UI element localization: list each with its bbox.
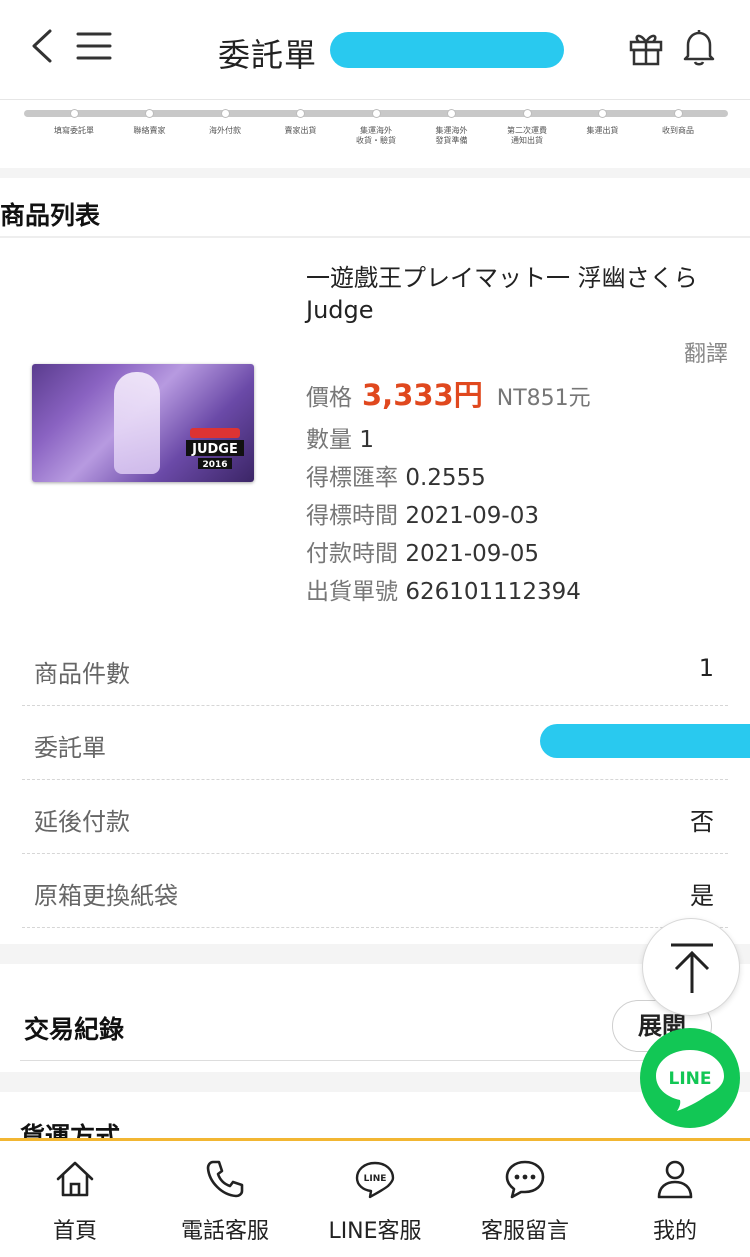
- exchange-rate-row: 得標匯率 0.2555: [306, 458, 486, 492]
- exchange-rate-value: 0.2555: [405, 465, 486, 491]
- bell-icon[interactable]: [682, 28, 716, 66]
- quantity-row: 數量 1: [306, 420, 374, 454]
- price-ntd: NT851元: [496, 386, 591, 411]
- line-logo-icon: LINE: [656, 1050, 724, 1111]
- progress-step-label: 聯絡賣家: [133, 126, 166, 135]
- product-image[interactable]: JUDGE 2016: [32, 364, 254, 482]
- tab-label: 客服留言: [480, 1219, 569, 1244]
- tab-label: 我的: [652, 1219, 697, 1244]
- progress-step-label: 收到商品: [662, 126, 694, 135]
- detail-key: 委託單: [34, 734, 106, 762]
- won-time-value: 2021-09-03: [405, 503, 539, 529]
- detail-row-item-count: 商品件數 1: [22, 632, 728, 706]
- phone-icon: [206, 1160, 244, 1198]
- tab-label: 電話客服: [180, 1219, 269, 1244]
- quantity-value: 1: [359, 427, 374, 453]
- progress-step-label: 海外付款: [209, 126, 241, 135]
- payment-time-row: 付款時間 2021-09-05: [306, 534, 539, 568]
- tab-message[interactable]: 客服留言: [450, 1141, 600, 1257]
- price-label: 價格: [306, 385, 352, 411]
- tab-home[interactable]: 首頁: [0, 1141, 150, 1257]
- shipment-number-value: 626101112394: [405, 579, 581, 605]
- gift-icon[interactable]: [628, 30, 664, 66]
- divider: [20, 1060, 730, 1061]
- back-icon[interactable]: [28, 28, 58, 64]
- detail-row-deferred-payment: 延後付款 否: [22, 780, 728, 854]
- detail-key: 原箱更換紙袋: [34, 882, 178, 910]
- progress-step-dot: [220, 109, 230, 118]
- progress-step-dot: [69, 109, 79, 118]
- progress-step-label: 賣家出貨: [284, 126, 317, 135]
- payment-time-value: 2021-09-05: [405, 541, 539, 567]
- quantity-label: 數量: [306, 427, 352, 453]
- detail-value: 是: [690, 882, 714, 910]
- progress-step-dot: [145, 109, 154, 118]
- progress-step-dot: [598, 109, 607, 118]
- line-chat-button[interactable]: LINE: [640, 1028, 740, 1128]
- tab-line-support[interactable]: LINE LINE客服: [300, 1141, 450, 1257]
- exchange-rate-label: 得標匯率: [306, 465, 398, 491]
- arrow-up-icon: [671, 943, 713, 993]
- svg-text:JUDGE: JUDGE: [191, 442, 238, 457]
- section-divider: [0, 1072, 750, 1092]
- detail-value: 否: [690, 808, 714, 836]
- judge-2016-logo: JUDGE 2016: [186, 428, 244, 470]
- redacted-order-number: [330, 32, 564, 68]
- bottom-tab-bar: 首頁 電話客服 LINE LINE客服 客服留言 我的: [0, 1138, 750, 1257]
- shipment-number-row: 出貨單號 626101112394: [306, 572, 581, 606]
- page-title: 委託單: [218, 36, 318, 74]
- transaction-history-heading: 交易紀錄: [24, 1015, 125, 1044]
- progress-step-dot: [371, 109, 381, 118]
- redacted-order-value: [540, 724, 750, 758]
- progress-step-label: 第二次運費 通知出貨: [507, 126, 547, 145]
- home-icon: [56, 1161, 94, 1197]
- progress-step-label: 集運海外 發貨準備: [435, 126, 468, 145]
- progress-step-label: 填寫委託單: [54, 126, 94, 135]
- detail-key: 商品件數: [34, 660, 130, 688]
- tab-label: 首頁: [52, 1219, 97, 1244]
- menu-icon[interactable]: [76, 30, 112, 62]
- price-row: 價格 3,333円 NT851元: [306, 372, 591, 414]
- product-name[interactable]: 一遊戲王プレイマット一 浮幽さくら Judge: [306, 262, 730, 326]
- section-divider: [0, 944, 750, 964]
- scroll-to-top-button[interactable]: [642, 918, 740, 1016]
- payment-time-label: 付款時間: [306, 541, 398, 567]
- progress-step-dot: [447, 109, 456, 118]
- progress-step-dot: [673, 109, 683, 118]
- detail-value: 1: [698, 654, 714, 682]
- won-time-label: 得標時間: [306, 503, 398, 529]
- top-app-bar: 委託單: [0, 0, 750, 100]
- detail-row-paper-bag: 原箱更換紙袋 是: [22, 854, 728, 928]
- line-icon: LINE: [355, 1161, 395, 1199]
- tab-mine[interactable]: 我的: [600, 1141, 750, 1257]
- translate-button[interactable]: 翻譯: [684, 336, 728, 368]
- line-fab-label: LINE: [669, 1069, 712, 1089]
- user-icon: [657, 1160, 693, 1199]
- svg-text:LINE: LINE: [364, 1174, 387, 1184]
- divider: [0, 236, 750, 238]
- section-divider: [0, 168, 750, 178]
- svg-text:2016: 2016: [202, 460, 227, 470]
- order-progress-tracker: 填寫委託單 聯絡賣家 海外付款 賣家出貨 集運海外 收貨・驗貨 集運海外 發貨準備 第二次運…: [0, 100, 750, 168]
- progress-step-label: 集運出貨: [586, 126, 619, 135]
- chat-icon: [505, 1160, 545, 1199]
- tab-phone-support[interactable]: 電話客服: [150, 1141, 300, 1257]
- won-time-row: 得標時間 2021-09-03: [306, 496, 539, 530]
- progress-step-dot: [296, 109, 305, 118]
- tab-label: LINE客服: [328, 1219, 422, 1244]
- detail-key: 延後付款: [34, 808, 130, 836]
- progress-step-dot: [522, 109, 532, 118]
- product-list-heading: 商品列表: [0, 201, 101, 230]
- shipment-number-label: 出貨單號: [306, 579, 398, 605]
- progress-step-label: 集運海外 收貨・驗貨: [356, 126, 396, 145]
- product-artwork: [114, 372, 160, 474]
- price-value: 3,333円: [362, 378, 483, 412]
